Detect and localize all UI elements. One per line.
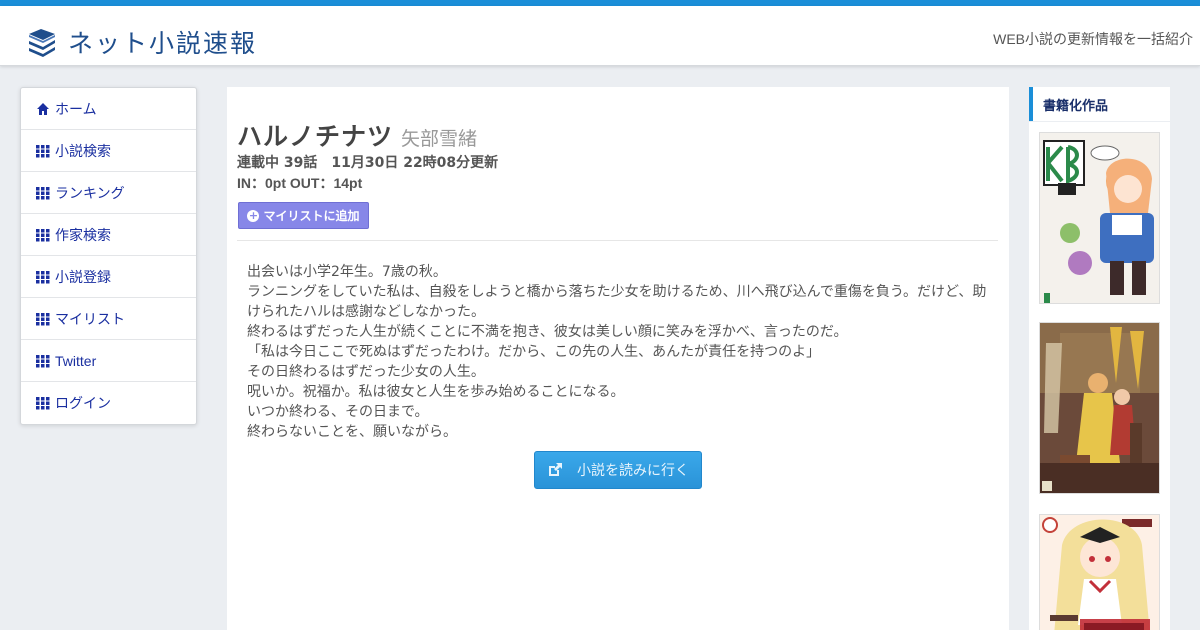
nav-item-mylist[interactable]: マイリスト bbox=[21, 298, 196, 340]
nav-item-novel-search[interactable]: 小説検索 bbox=[21, 130, 196, 172]
book-cover[interactable] bbox=[1039, 132, 1160, 304]
book-cover-image bbox=[1040, 323, 1159, 493]
grid-icon bbox=[36, 186, 50, 199]
published-works-sidebar: 書籍化作品 bbox=[1029, 87, 1170, 630]
synopsis-line: ランニングをしていた私は、自殺をしようと橋から落ちた少女を助けるため、川へ飛び込… bbox=[247, 284, 987, 300]
novel-updated: 11月30日 22時08分更新 bbox=[331, 155, 499, 171]
nav-item-login[interactable]: ログイン bbox=[21, 382, 196, 424]
title-row: ハルノチナツ 矢部雪緒 bbox=[237, 117, 477, 153]
nav-item-twitter[interactable]: Twitter bbox=[21, 340, 196, 382]
nav-item-ranking[interactable]: ランキング bbox=[21, 172, 196, 214]
nav-item-novel-register[interactable]: 小説登録 bbox=[21, 256, 196, 298]
grid-icon bbox=[36, 312, 50, 325]
nav-label: 作家検索 bbox=[55, 226, 111, 243]
read-novel-button[interactable]: 小説を読みに行く bbox=[534, 451, 702, 489]
grid-icon bbox=[36, 397, 50, 410]
nav-item-home[interactable]: ホーム bbox=[21, 88, 196, 130]
books-icon bbox=[29, 29, 55, 57]
nav-label: 小説登録 bbox=[55, 268, 111, 285]
novel-points: IN：0pt OUT：14pt bbox=[237, 175, 363, 191]
nav-item-author-search[interactable]: 作家検索 bbox=[21, 214, 196, 256]
site-header: ネット小説速報 WEB小説の更新情報を一括紹介 bbox=[0, 6, 1200, 66]
divider bbox=[237, 240, 998, 241]
synopsis-line: けられたハルは感謝などしなかった。 bbox=[247, 304, 485, 320]
synopsis-line: 終わるはずだった人生が続くことに不満を抱き、彼女は美しい顔に笑みを浮かべ、言った… bbox=[247, 324, 848, 340]
novel-detail-panel: ハルノチナツ 矢部雪緒 連載中 39話 11月30日 22時08分更新 IN：0p… bbox=[227, 87, 1009, 630]
site-tagline: WEB小説の更新情報を一括紹介 bbox=[993, 31, 1193, 47]
side-navigation: ホーム 小説検索 ランキング 作家検索 小説登録 マイリスト Twitter ロ… bbox=[20, 87, 197, 425]
add-to-mylist-label: マイリストに追加 bbox=[263, 209, 360, 223]
synopsis-line: 「私は今日ここで死ぬはずだったわけ。だから、この先の人生、あんたが責任を持つのよ… bbox=[247, 344, 821, 360]
external-link-icon bbox=[549, 463, 562, 476]
site-title: ネット小説速報 bbox=[68, 29, 258, 58]
synopsis-line: その日終わるはずだった少女の人生。 bbox=[247, 364, 485, 380]
grid-icon bbox=[36, 228, 50, 241]
novel-synopsis: 出会いは小学2年生。7歳の秋。 ランニングをしていた私は、自殺をしようと橋から落… bbox=[247, 262, 999, 442]
novel-status-line: 連載中 39話 11月30日 22時08分更新 bbox=[237, 152, 498, 172]
home-icon bbox=[37, 102, 49, 115]
novel-title: ハルノチナツ bbox=[237, 122, 394, 151]
novel-status: 連載中 39話 bbox=[237, 155, 318, 171]
nav-label: 小説検索 bbox=[55, 142, 111, 159]
novel-author[interactable]: 矢部雪緒 bbox=[401, 124, 477, 151]
grid-icon bbox=[36, 144, 50, 157]
grid-icon bbox=[36, 354, 50, 367]
add-to-mylist-button[interactable]: + マイリストに追加 bbox=[238, 202, 369, 229]
nav-label: ログイン bbox=[55, 395, 111, 411]
read-novel-label: 小説を読みに行く bbox=[577, 463, 689, 479]
synopsis-line: 出会いは小学2年生。7歳の秋。 bbox=[247, 264, 447, 280]
nav-label: マイリスト bbox=[55, 310, 125, 327]
synopsis-line: 終わらないことを、願いながら。 bbox=[247, 424, 457, 440]
grid-icon bbox=[36, 270, 50, 283]
plus-circle-icon: + bbox=[247, 208, 260, 222]
book-cover[interactable] bbox=[1039, 322, 1160, 494]
published-works-heading: 書籍化作品 bbox=[1029, 87, 1170, 121]
synopsis-line: 呪いか。祝福か。私は彼女と人生を歩み始めることになる。 bbox=[247, 384, 625, 400]
book-cover[interactable] bbox=[1039, 514, 1160, 630]
book-cover-image bbox=[1040, 133, 1159, 303]
book-cover-image bbox=[1040, 515, 1159, 630]
nav-label: ホーム bbox=[55, 100, 97, 117]
nav-label: ランキング bbox=[55, 184, 125, 201]
nav-label: Twitter bbox=[55, 352, 97, 369]
published-works-list bbox=[1029, 122, 1170, 630]
synopsis-line: いつか終わる、その日まで。 bbox=[247, 404, 429, 420]
site-logo[interactable]: ネット小説速報 bbox=[26, 24, 257, 60]
